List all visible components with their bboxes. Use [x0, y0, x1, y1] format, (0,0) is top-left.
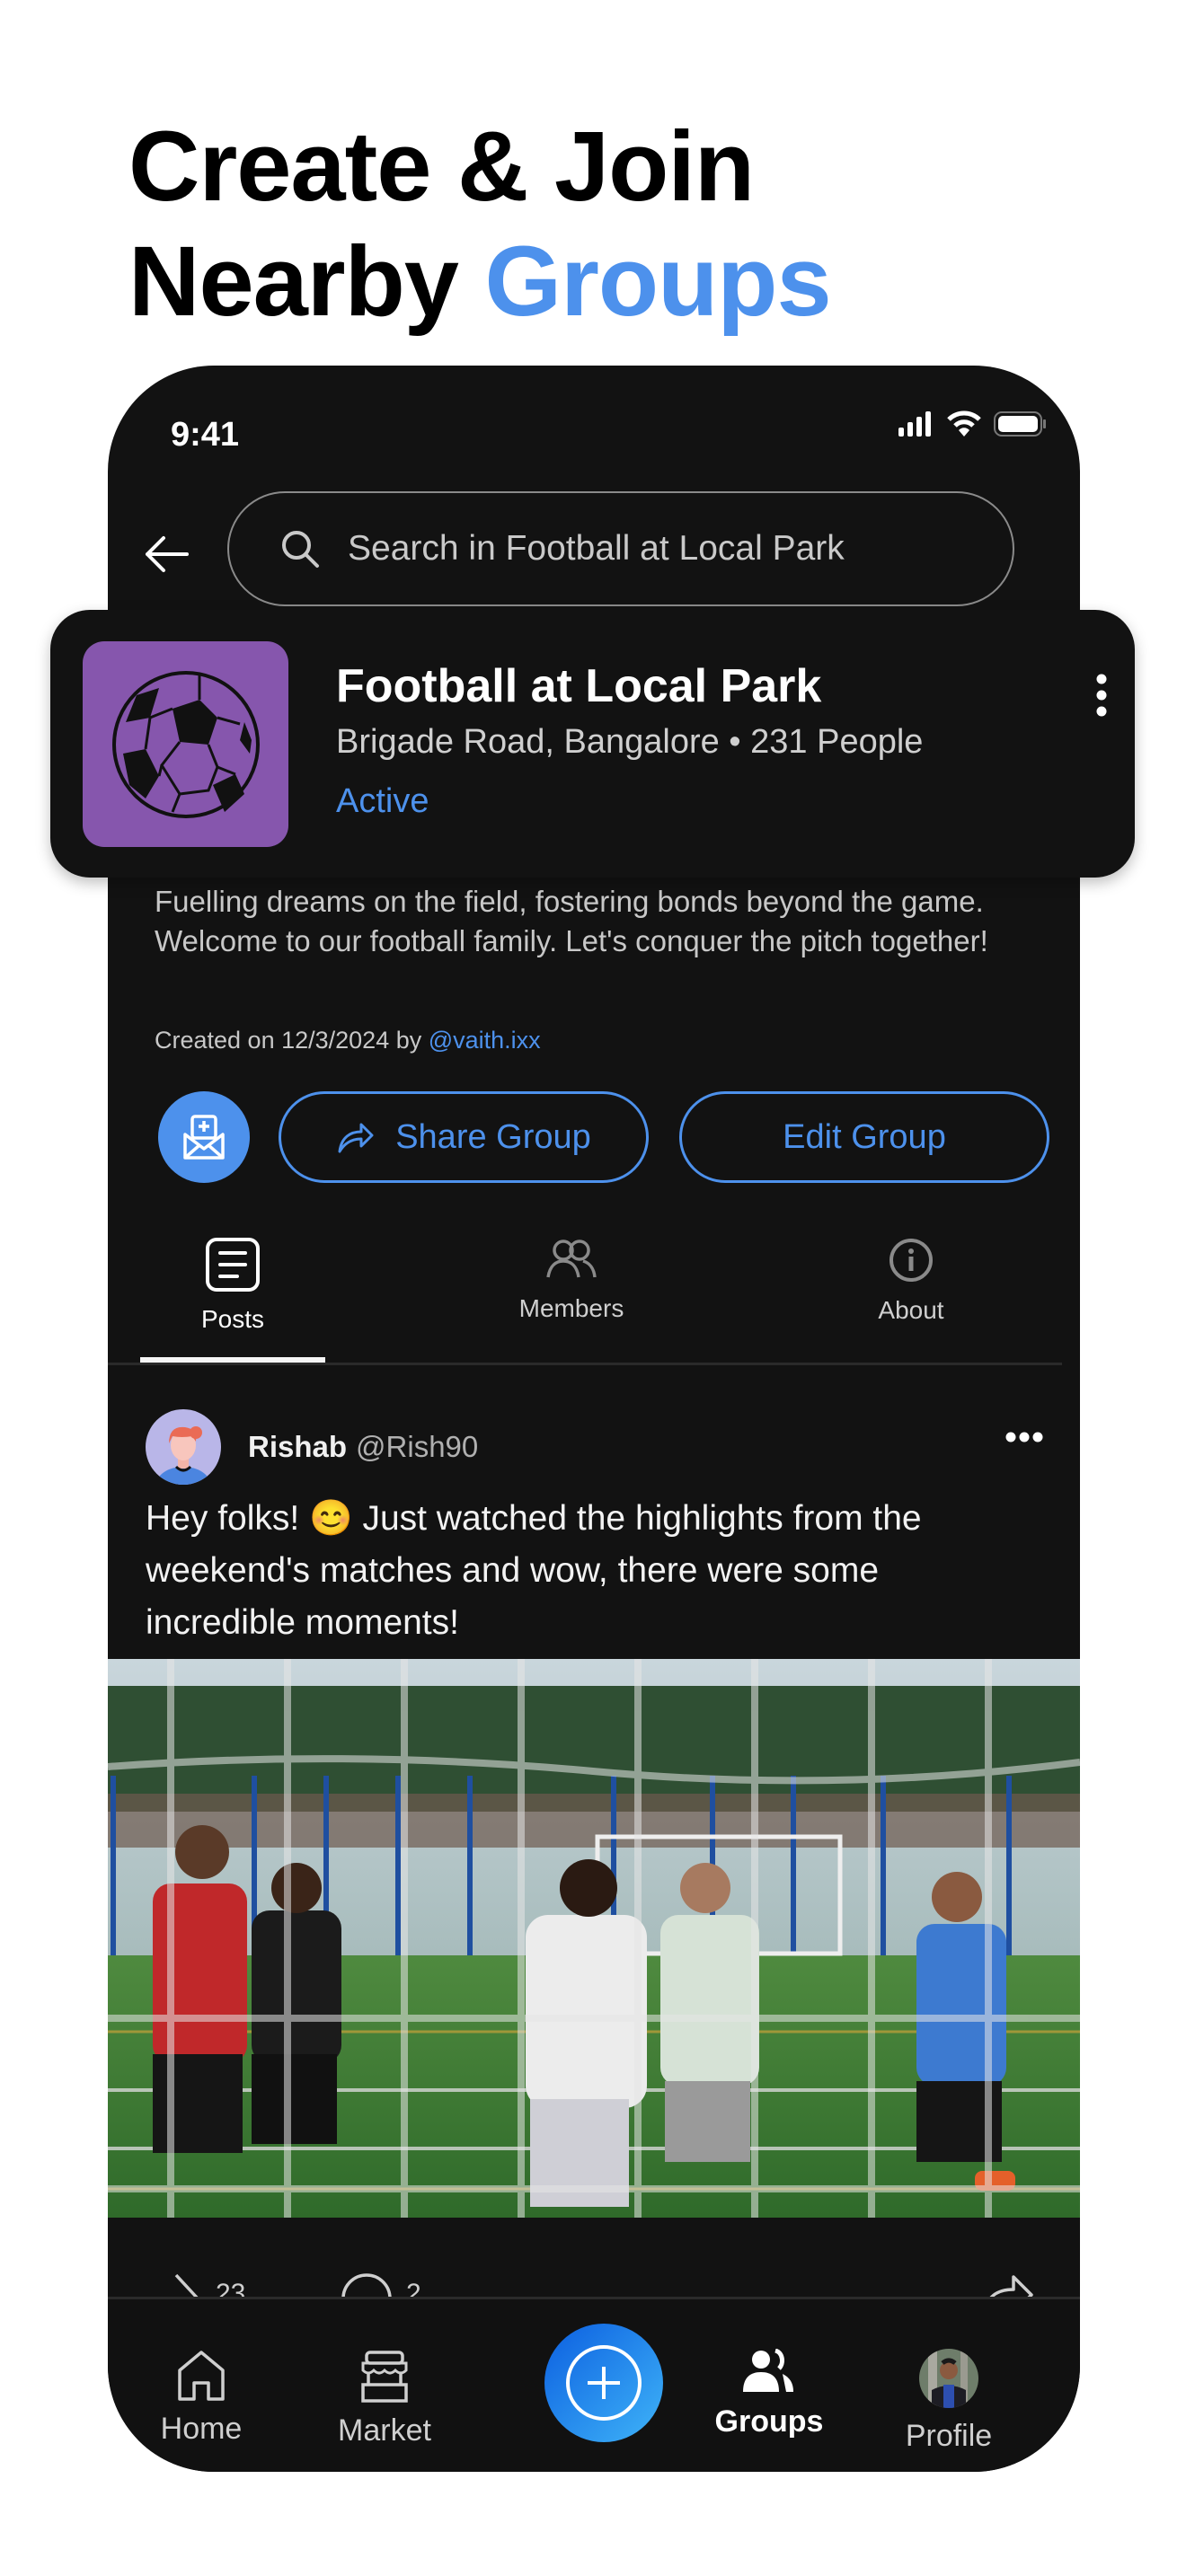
group-description: Fuelling dreams on the field, fostering … — [155, 885, 988, 957]
tab-members-label: Members — [518, 1294, 624, 1322]
nav-groups[interactable]: Groups — [697, 2349, 841, 2439]
headline-accent: Groups — [484, 226, 832, 337]
post-author-name[interactable]: Rishab — [248, 1430, 347, 1464]
edit-group-button[interactable]: Edit Group — [679, 1091, 1049, 1183]
post-text: Hey folks! 😊 Just watched the highlights… — [146, 1499, 922, 1642]
tab-posts[interactable]: Posts — [116, 1237, 350, 1334]
signal-icon — [898, 411, 931, 437]
creator-link[interactable]: @vaith.ixx — [429, 1027, 541, 1054]
wifi-icon — [947, 410, 981, 437]
more-vertical-icon[interactable] — [1095, 673, 1108, 718]
home-icon — [178, 2351, 225, 2401]
group-header-card: Football at Local Park Brigade Road, Ban… — [50, 610, 1135, 878]
invite-mail-icon — [183, 1115, 225, 1160]
share-group-button[interactable]: Share Group — [279, 1091, 649, 1183]
nav-profile-label: Profile — [905, 2419, 993, 2453]
nav-home-label: Home — [160, 2412, 243, 2446]
group-meta: Brigade Road, Bangalore • 231 People — [336, 723, 924, 761]
share-group-label: Share Group — [395, 1117, 591, 1156]
plus-circle-icon — [566, 2345, 642, 2421]
headline: Create & Join Nearby Groups — [128, 110, 832, 340]
group-logo — [83, 641, 288, 847]
members-icon — [546, 1239, 597, 1278]
tab-posts-label: Posts — [200, 1305, 265, 1333]
info-icon — [890, 1239, 933, 1282]
created-info: Created on 12/3/2024 by @vaith.ixx — [155, 1027, 541, 1054]
battery-icon — [994, 411, 1046, 437]
bottom-nav: Home Market Groups Profile — [108, 2297, 1080, 2472]
soccer-ball-icon — [111, 670, 260, 818]
share-arrow-icon — [338, 1123, 374, 1153]
post-author-avatar[interactable] — [146, 1409, 221, 1485]
post-header: Rishab @Rish90 — [146, 1407, 1044, 1486]
nav-profile[interactable]: Profile — [877, 2349, 1021, 2454]
edit-group-label: Edit Group — [783, 1117, 946, 1156]
market-icon — [361, 2351, 408, 2403]
group-tabs: Posts Members About — [108, 1237, 1062, 1365]
headline-line-1: Create & Join — [128, 111, 755, 222]
search-icon — [282, 531, 319, 568]
posts-icon — [206, 1238, 260, 1292]
nav-market-label: Market — [338, 2413, 431, 2448]
profile-avatar — [919, 2349, 978, 2408]
tab-about-label: About — [878, 1296, 944, 1324]
search-placeholder: Search in Football at Local Park — [348, 529, 845, 568]
nav-groups-label: Groups — [714, 2404, 824, 2439]
nav-market[interactable]: Market — [313, 2349, 456, 2448]
tab-members[interactable]: Members — [455, 1237, 688, 1323]
nav-home[interactable]: Home — [129, 2349, 273, 2447]
tabs-divider — [108, 1363, 1062, 1365]
group-name: Football at Local Park — [336, 660, 822, 712]
post-author-handle[interactable]: @Rish90 — [356, 1430, 478, 1464]
group-status: Active — [336, 782, 429, 820]
groups-icon — [743, 2349, 793, 2392]
headline-line-2: Nearby Groups — [128, 226, 832, 337]
tab-about[interactable]: About — [794, 1237, 1028, 1325]
status-time: 9:41 — [171, 416, 240, 454]
invite-button[interactable] — [158, 1091, 250, 1183]
more-horizontal-icon[interactable] — [1005, 1431, 1044, 1443]
back-arrow-icon[interactable] — [140, 527, 194, 581]
create-post-fab[interactable] — [544, 2324, 663, 2442]
status-icons — [898, 410, 1048, 437]
post-image[interactable] — [108, 1659, 1080, 2218]
search-input[interactable]: Search in Football at Local Park — [227, 491, 1014, 606]
